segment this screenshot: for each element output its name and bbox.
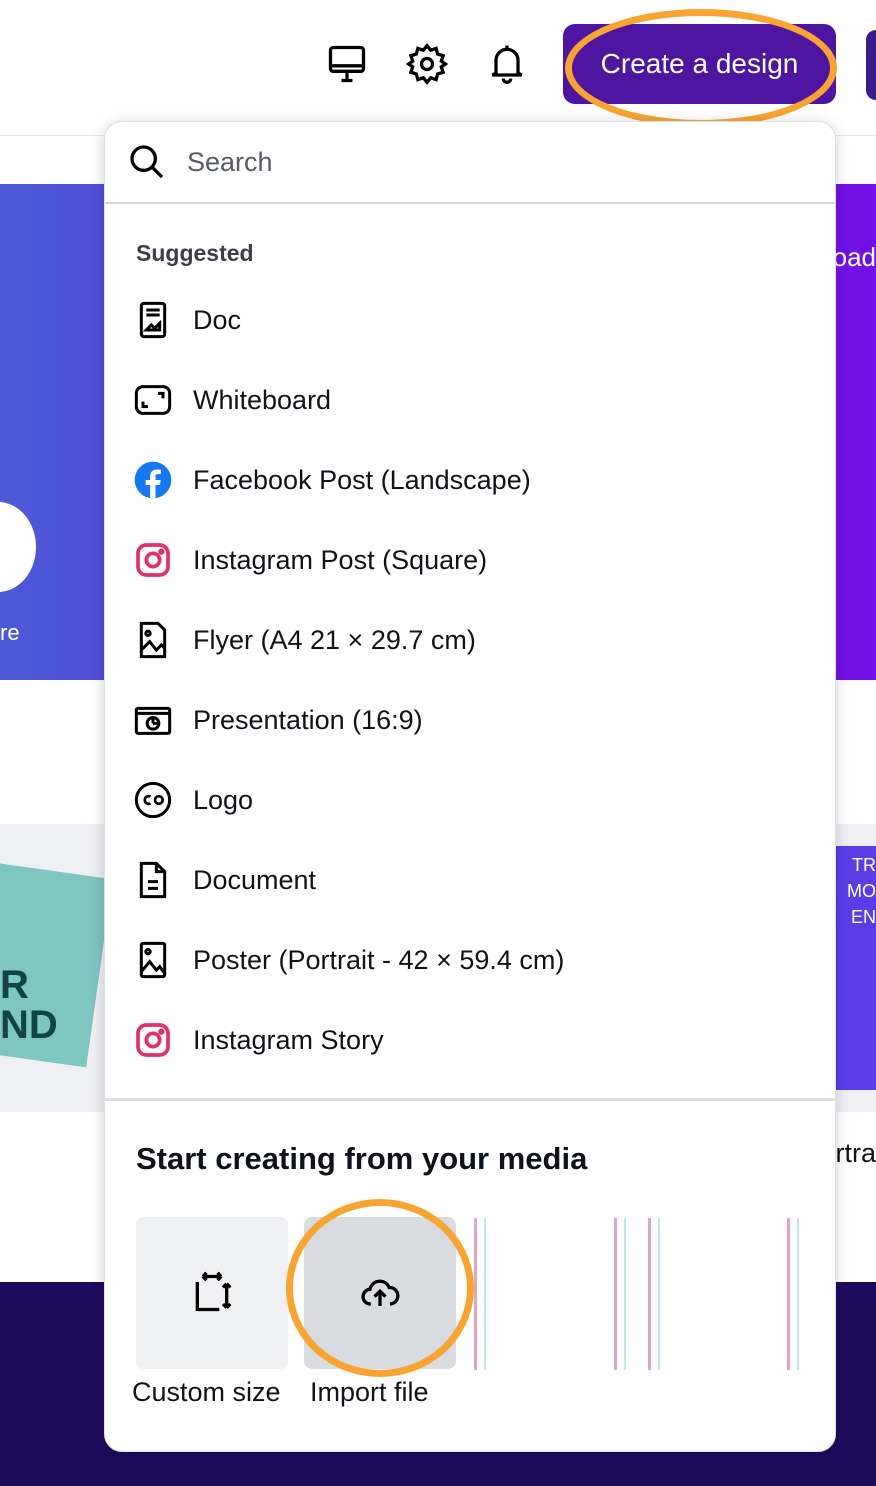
menu-item-label: Doc (193, 304, 242, 335)
presentation-icon (134, 706, 172, 735)
custom-size-button[interactable] (136, 1217, 288, 1369)
menu-item-label: Facebook Post (Landscape) (193, 464, 531, 495)
search-input[interactable]: Search (105, 122, 835, 204)
media-heading: Start creating from your media (136, 1141, 588, 1176)
import-file-label: Import file (310, 1377, 429, 1407)
search-icon (130, 145, 164, 179)
notification-bell-icon[interactable] (485, 42, 529, 86)
doc-icon (139, 301, 167, 339)
menu-item-facebook-post-landscape[interactable]: Facebook Post (Landscape) (105, 440, 835, 520)
menu-item-label: Document (193, 864, 317, 895)
search-placeholder: Search (187, 146, 273, 177)
flyer-icon (139, 621, 167, 659)
menu-item-instagram-story[interactable]: Instagram Story (105, 1000, 835, 1080)
avatar[interactable] (866, 30, 876, 100)
settings-gear-icon[interactable] (405, 42, 449, 86)
create-design-menu: Search Suggested Doc Whiteboard Facebook P… (104, 121, 836, 1452)
background-label: oad (832, 242, 876, 272)
menu-item-poster-portrait-42-59-4-cm[interactable]: Poster (Portrait - 42 × 59.4 cm) (105, 920, 835, 1000)
menu-item-label: Presentation (16:9) (193, 704, 423, 735)
menu-item-whiteboard[interactable]: Whiteboard (105, 360, 835, 440)
media-thumbnail[interactable] (648, 1218, 660, 1370)
menu-item-label: Instagram Post (Square) (193, 544, 488, 575)
poster-thumbnail: TR MO EN (836, 846, 876, 1090)
desktop-icon[interactable] (325, 42, 369, 86)
custom-size-label: Custom size (132, 1377, 281, 1407)
menu-item-presentation-16-9[interactable]: Presentation (16:9) (105, 680, 835, 760)
menu-item-logo[interactable]: Logo (105, 760, 835, 840)
background-label: rtra (835, 1138, 876, 1168)
menu-item-label: Instagram Story (193, 1024, 384, 1055)
menu-item-label: Logo (193, 784, 254, 815)
create-design-button[interactable]: Create a design (563, 24, 836, 104)
background-label: re (0, 620, 20, 645)
media-section: Start creating from your media Custom si… (105, 1098, 835, 1451)
template-text: R ND (0, 963, 58, 1047)
menu-item-flyer-a4-21-29-7-cm[interactable]: Flyer (A4 21 × 29.7 cm) (105, 600, 835, 680)
menu-item-document[interactable]: Document (105, 840, 835, 920)
top-bar: Create a design (0, 0, 876, 136)
menu-item-label: Flyer (A4 21 × 29.7 cm) (193, 624, 476, 655)
poster-icon (139, 941, 167, 979)
menu-item-label: Whiteboard (193, 384, 332, 415)
menu-item-doc[interactable]: Doc (105, 280, 835, 360)
media-thumbnail[interactable] (614, 1218, 626, 1370)
logo-icon (134, 781, 172, 819)
document-icon (139, 861, 167, 899)
import-file-button[interactable] (304, 1217, 456, 1369)
suggested-heading: Suggested (136, 240, 254, 266)
menu-item-label: Poster (Portrait - 42 × 59.4 cm) (193, 944, 565, 975)
cloud-upload-icon (361, 1279, 400, 1306)
whiteboard-icon (134, 385, 172, 415)
instagram-icon (136, 543, 170, 577)
resize-icon (195, 1271, 232, 1312)
menu-item-instagram-post-square[interactable]: Instagram Post (Square) (105, 520, 835, 600)
media-thumbnail[interactable] (787, 1218, 799, 1370)
media-thumbnail[interactable] (474, 1218, 486, 1370)
instagram-icon (136, 1023, 170, 1057)
facebook-icon (134, 461, 172, 499)
